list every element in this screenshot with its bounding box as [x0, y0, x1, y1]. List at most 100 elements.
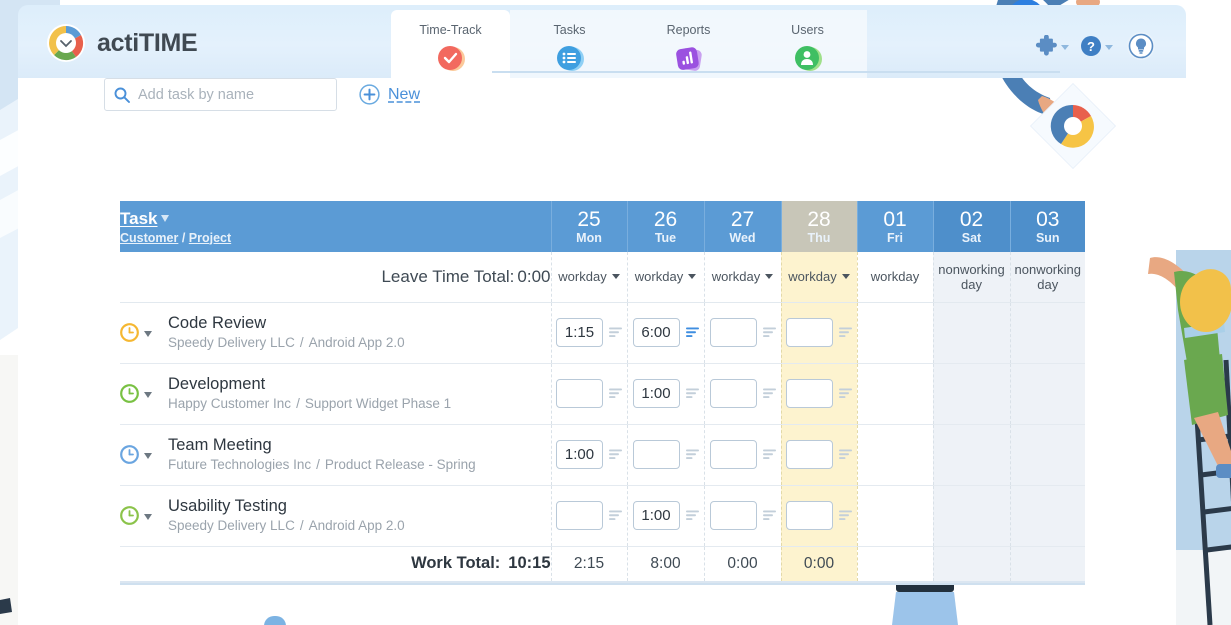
time-cell-26[interactable]	[626, 302, 704, 364]
time-cell-28[interactable]	[780, 363, 858, 425]
new-task-button[interactable]: New	[359, 84, 420, 105]
notes-icon[interactable]	[685, 388, 699, 399]
time-cell-02[interactable]	[932, 302, 1010, 364]
task-name[interactable]: Code Review	[168, 313, 405, 333]
notes-icon[interactable]	[762, 327, 776, 338]
time-cell-27[interactable]	[703, 363, 781, 425]
notes-icon[interactable]	[839, 388, 852, 399]
day-header-02[interactable]: 02 Sat	[932, 201, 1010, 252]
app-logo[interactable]: actiTIME	[46, 23, 198, 63]
time-cell-25[interactable]	[550, 302, 627, 364]
plugins-button[interactable]	[1035, 34, 1069, 58]
nav-tab-users[interactable]: Users	[748, 10, 867, 78]
time-cell-25[interactable]	[550, 363, 627, 425]
time-input[interactable]	[632, 318, 680, 347]
notes-icon[interactable]	[609, 327, 622, 338]
day-header-28-today[interactable]: 28 Thu	[780, 201, 857, 252]
time-input[interactable]	[632, 379, 680, 408]
search-box[interactable]	[104, 78, 337, 111]
time-cell-01[interactable]	[856, 485, 933, 547]
time-input[interactable]	[632, 501, 680, 530]
notes-icon[interactable]	[609, 388, 622, 399]
day-header-03[interactable]: 03 Sun	[1009, 201, 1085, 252]
search-input[interactable]	[138, 86, 327, 103]
time-cell-02[interactable]	[932, 424, 1010, 486]
time-input[interactable]	[556, 379, 603, 408]
task-menu-caret-icon[interactable]	[144, 391, 152, 398]
time-input[interactable]	[709, 440, 757, 469]
task-name[interactable]: Development	[168, 374, 451, 394]
notes-icon[interactable]	[609, 510, 622, 521]
task-status-clock-icon[interactable]	[120, 323, 139, 342]
help-button[interactable]: ?	[1080, 35, 1113, 57]
time-cell-28[interactable]	[780, 485, 858, 547]
time-cell-01[interactable]	[856, 424, 933, 486]
task-info-cell: Code Review Speedy Delivery LLC / Android A…	[120, 302, 551, 364]
task-name[interactable]: Usability Testing	[168, 496, 405, 516]
day-header-01[interactable]: 01 Fri	[856, 201, 933, 252]
day-type-27[interactable]: workday	[703, 252, 781, 303]
time-cell-02[interactable]	[932, 363, 1010, 425]
time-cell-01[interactable]	[856, 363, 933, 425]
time-input[interactable]	[786, 318, 833, 347]
time-cell-27[interactable]	[703, 424, 781, 486]
notes-icon[interactable]	[685, 510, 699, 521]
task-status-clock-icon[interactable]	[120, 384, 139, 403]
time-cell-25[interactable]	[550, 424, 627, 486]
notes-icon[interactable]	[839, 510, 852, 521]
day-type-25[interactable]: workday	[550, 252, 627, 303]
time-cell-01[interactable]	[856, 302, 933, 364]
ideas-button[interactable]	[1126, 31, 1156, 61]
time-cell-27[interactable]	[703, 302, 781, 364]
notes-icon[interactable]	[762, 510, 776, 521]
time-cell-28[interactable]	[780, 424, 858, 486]
time-input[interactable]	[556, 318, 603, 347]
task-menu-caret-icon[interactable]	[144, 330, 152, 337]
time-input[interactable]	[709, 318, 757, 347]
project-header-link[interactable]: Project	[189, 231, 231, 245]
notes-icon[interactable]	[762, 388, 776, 399]
task-menu-caret-icon[interactable]	[144, 513, 152, 520]
notes-icon[interactable]	[839, 327, 852, 338]
time-input[interactable]	[709, 501, 757, 530]
time-input[interactable]	[709, 379, 757, 408]
notes-icon[interactable]	[685, 449, 699, 460]
time-input[interactable]	[786, 379, 833, 408]
time-input[interactable]	[556, 501, 603, 530]
notes-icon[interactable]	[685, 327, 699, 338]
notes-icon[interactable]	[762, 449, 776, 460]
nav-tab-time-track[interactable]: Time-Track	[391, 10, 510, 78]
day-type-28[interactable]: workday	[780, 252, 858, 303]
time-cell-03[interactable]	[1009, 485, 1085, 547]
time-cell-03[interactable]	[1009, 424, 1085, 486]
time-input[interactable]	[632, 440, 680, 469]
day-header-26[interactable]: 26 Tue	[626, 201, 704, 252]
time-cell-26[interactable]	[626, 485, 704, 547]
search-icon	[114, 87, 130, 103]
time-cell-25[interactable]	[550, 485, 627, 547]
task-sort-link[interactable]: Task	[120, 209, 169, 229]
time-input[interactable]	[786, 440, 833, 469]
day-header-27[interactable]: 27 Wed	[703, 201, 781, 252]
task-status-clock-icon[interactable]	[120, 445, 139, 464]
time-cell-03[interactable]	[1009, 363, 1085, 425]
task-menu-caret-icon[interactable]	[144, 452, 152, 459]
time-input[interactable]	[556, 440, 603, 469]
task-status-clock-icon[interactable]	[120, 506, 139, 525]
time-cell-03[interactable]	[1009, 302, 1085, 364]
time-cell-02[interactable]	[932, 485, 1010, 547]
task-name[interactable]: Team Meeting	[168, 435, 476, 455]
time-cell-28[interactable]	[780, 302, 858, 364]
time-input[interactable]	[786, 501, 833, 530]
time-cell-27[interactable]	[703, 485, 781, 547]
customer-header-link[interactable]: Customer	[120, 231, 178, 245]
task-column-header[interactable]: Task Customer / Project	[120, 201, 551, 252]
nav-tab-tasks[interactable]: Tasks	[510, 10, 629, 78]
day-header-25[interactable]: 25 Mon	[550, 201, 627, 252]
time-cell-26[interactable]	[626, 363, 704, 425]
time-cell-26[interactable]	[626, 424, 704, 486]
nav-tab-reports[interactable]: Reports	[629, 10, 748, 78]
day-type-26[interactable]: workday	[626, 252, 704, 303]
notes-icon[interactable]	[609, 449, 622, 460]
notes-icon[interactable]	[839, 449, 852, 460]
